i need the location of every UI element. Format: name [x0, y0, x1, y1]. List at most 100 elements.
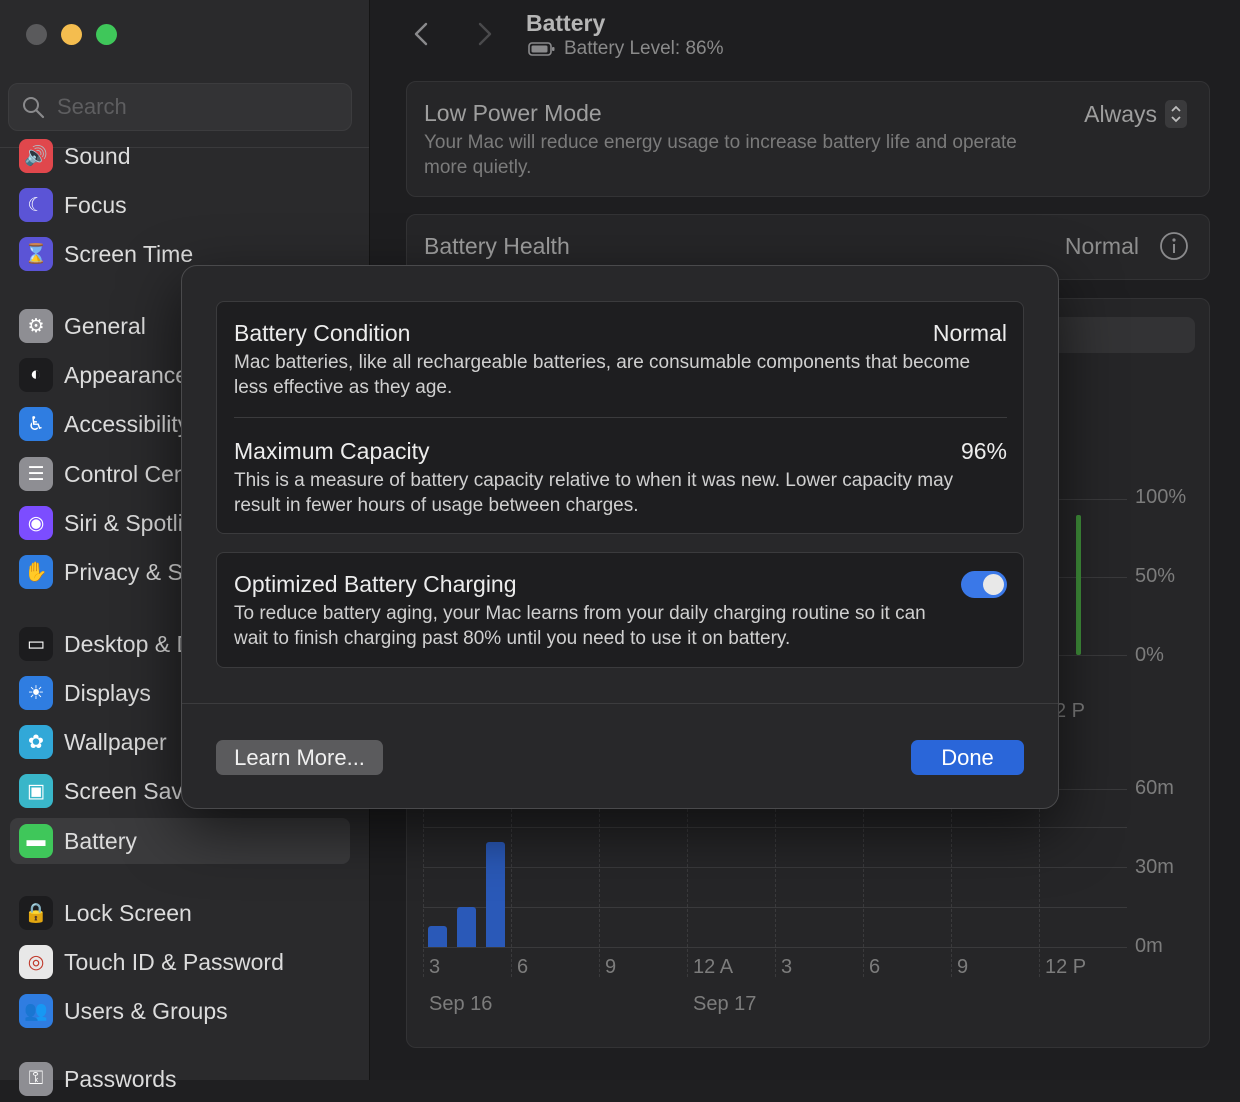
fingerprint-icon: ◎ [19, 945, 53, 979]
search-field[interactable] [8, 83, 352, 131]
partial-x-label: 2 P [1055, 700, 1086, 722]
sidebar-item-label: Appearance [64, 361, 189, 388]
toggles-icon: ☰ [19, 457, 53, 491]
battery-level-text: Battery Level: 86% [564, 38, 724, 59]
sidebar-item-label: Accessibility [64, 410, 190, 437]
usage-tick-60m: 60m [1135, 777, 1174, 799]
usage-tick-30m: 30m [1135, 856, 1174, 878]
low-power-card: Low Power Mode Your Mac will reduce ener… [406, 81, 1210, 197]
learn-more-button[interactable]: Learn More... [216, 740, 383, 775]
x-tick-label: 6 [517, 956, 529, 978]
sidebar-item-label: General [64, 312, 146, 339]
date-label-sep16: Sep 16 [429, 993, 493, 1015]
sidebar-item-label: Displays [64, 679, 151, 706]
usage-bar [428, 926, 447, 947]
sidebar-item-focus[interactable]: ☾ Focus [10, 182, 350, 228]
sidebar-item-passwords[interactable]: ⚿ Passwords [10, 1056, 350, 1102]
sidebar-item-label: Users & Groups [64, 997, 228, 1024]
low-power-select[interactable]: Always [1084, 100, 1187, 128]
battery-small-icon [528, 42, 555, 56]
x-tick-label: 12 P [1045, 956, 1087, 978]
grid-line-vertical [951, 789, 952, 977]
sidebar-item-label: Screen Time [64, 240, 194, 267]
sidebar-item-label: Lock Screen [64, 899, 192, 926]
done-button[interactable]: Done [911, 740, 1024, 775]
lock-icon: 🔒 [19, 896, 53, 930]
grid-line-vertical [775, 789, 776, 977]
siri-icon: ◉ [19, 506, 53, 540]
accessibility-icon: ♿ [19, 407, 53, 441]
battery-level-subtitle: Battery Level: 86% [528, 38, 723, 60]
sidebar-item-label: Passwords [64, 1065, 177, 1092]
battery-condition-title: Battery Condition [234, 320, 411, 346]
optimized-charging-description: To reduce battery aging, your Mac learns… [234, 603, 926, 649]
x-tick-label: 9 [957, 956, 969, 978]
battery-icon: ▬ [19, 824, 53, 858]
toggle-knob [983, 574, 1004, 595]
grid-line-vertical [423, 789, 424, 977]
sun-icon: ☀ [19, 676, 53, 710]
usage-tick-0m: 0m [1135, 935, 1163, 957]
info-icon[interactable] [1159, 231, 1189, 261]
zoom-window-button[interactable] [96, 24, 117, 45]
sidebar-item-lock-screen[interactable]: 🔒 Lock Screen [10, 890, 350, 936]
grid-line-vertical [863, 789, 864, 977]
sidebar-item-label: Sound [64, 142, 131, 169]
x-tick-label: 3 [429, 956, 441, 978]
minimize-window-button[interactable] [61, 24, 82, 45]
battery-health-value: Normal [1064, 233, 1139, 259]
low-power-title: Low Power Mode [424, 100, 602, 126]
x-tick-label: 12 A [693, 956, 734, 978]
level-tick-0: 0% [1135, 644, 1164, 666]
grid-line-vertical [511, 789, 512, 977]
window-controls [26, 24, 117, 45]
key-icon: ⚿ [19, 1062, 53, 1096]
battery-condition-value: Normal [932, 320, 1007, 346]
sidebar-item-label: Battery [64, 827, 137, 854]
sidebar-item-label: Wallpaper [64, 728, 167, 755]
sidebar-item-label: Touch ID & Password [64, 948, 284, 975]
speaker-icon: 🔊 [19, 139, 53, 173]
screensaver-icon: ▣ [19, 774, 53, 808]
low-power-value: Always [1084, 100, 1157, 127]
search-input[interactable] [55, 93, 339, 121]
updown-chevron-icon [1165, 100, 1187, 128]
optimized-charging-toggle[interactable] [961, 571, 1007, 598]
usage-bar [457, 907, 476, 947]
max-capacity-title: Maximum Capacity [234, 438, 430, 464]
grid-line-vertical [1039, 789, 1040, 977]
sidebar-item-sound[interactable]: 🔊 Sound [10, 133, 350, 179]
x-tick-label: 6 [869, 956, 881, 978]
close-window-button[interactable] [26, 24, 47, 45]
gear-icon: ⚙ [19, 309, 53, 343]
x-tick-label: 3 [781, 956, 793, 978]
divider [234, 417, 1007, 418]
sidebar-item-battery[interactable]: ▬ Battery [10, 818, 350, 864]
forward-arrow-icon[interactable] [470, 20, 498, 48]
hourglass-icon: ⌛ [19, 237, 53, 271]
battery-health-title: Battery Health [424, 233, 570, 259]
sidebar-item-label: Focus [64, 191, 127, 218]
dialog-divider [182, 703, 1058, 704]
appearance-icon: ◐ [19, 358, 53, 392]
dock-icon: ▭ [19, 627, 53, 661]
back-arrow-icon[interactable] [408, 20, 436, 48]
sidebar-item-touch-id-password[interactable]: ◎ Touch ID & Password [10, 939, 350, 985]
x-tick-label: 9 [605, 956, 617, 978]
battery-condition-description: Mac batteries, like all rechargeable bat… [234, 352, 971, 398]
moon-icon: ☾ [19, 188, 53, 222]
flower-icon: ✿ [19, 725, 53, 759]
battery-level-line [1076, 515, 1081, 655]
max-capacity-description: This is a measure of battery capacity re… [234, 470, 954, 516]
max-capacity-value: 96% [960, 438, 1007, 464]
low-power-description: Your Mac will reduce energy usage to inc… [424, 132, 1017, 178]
usage-bar [486, 842, 505, 947]
grid-line-vertical [599, 789, 600, 977]
battery-info-box: Battery Condition Normal Mac batteries, … [216, 301, 1024, 534]
sidebar-item-users-groups[interactable]: 👥 Users & Groups [10, 988, 350, 1034]
battery-health-dialog: Battery Condition Normal Mac batteries, … [181, 265, 1059, 809]
optimized-charging-title: Optimized Battery Charging [234, 571, 517, 597]
optimized-charging-box: Optimized Battery Charging To reduce bat… [216, 552, 1024, 668]
level-tick-100: 100% [1135, 486, 1187, 508]
level-tick-50: 50% [1135, 565, 1176, 587]
